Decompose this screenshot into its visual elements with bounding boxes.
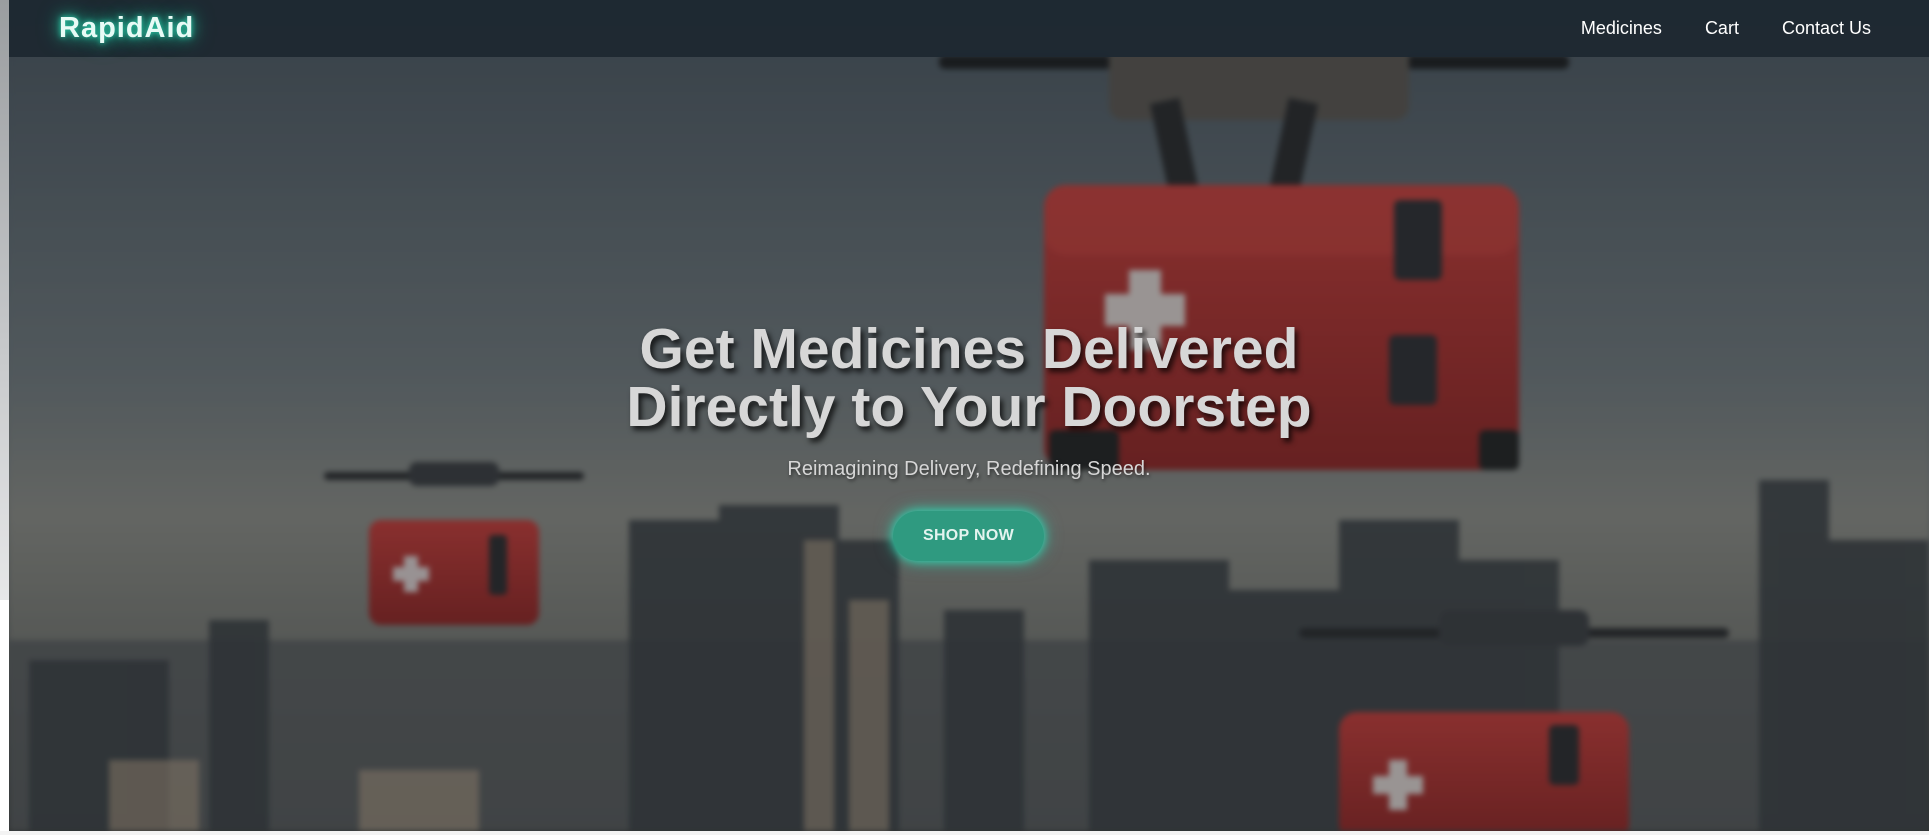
navbar: RapidAid Medicines Cart Contact Us [9, 0, 1929, 57]
hero-subtitle: Reimagining Delivery, Redefining Speed. [787, 458, 1151, 480]
hero-title-line-1: Get Medicines Delivered [639, 317, 1299, 381]
hero-title-line-2: Directly to Your Doorstep [626, 375, 1312, 439]
shop-now-button[interactable]: SHOP NOW [893, 511, 1044, 561]
page: RapidAid Medicines Cart Contact Us Get M… [0, 0, 1929, 835]
hero-content: Get Medicines Delivered Directly to Your… [9, 0, 1929, 831]
nav-link-cart[interactable]: Cart [1705, 18, 1739, 39]
brand-logo[interactable]: RapidAid [59, 12, 194, 45]
nav-link-medicines[interactable]: Medicines [1581, 18, 1662, 39]
nav-link-contact-us[interactable]: Contact Us [1782, 18, 1871, 39]
left-edge-strip [0, 0, 9, 600]
page-bottom-edge [0, 831, 1929, 835]
hero-title: Get Medicines Delivered Directly to Your… [9, 320, 1929, 436]
nav-links: Medicines Cart Contact Us [1538, 18, 1871, 39]
